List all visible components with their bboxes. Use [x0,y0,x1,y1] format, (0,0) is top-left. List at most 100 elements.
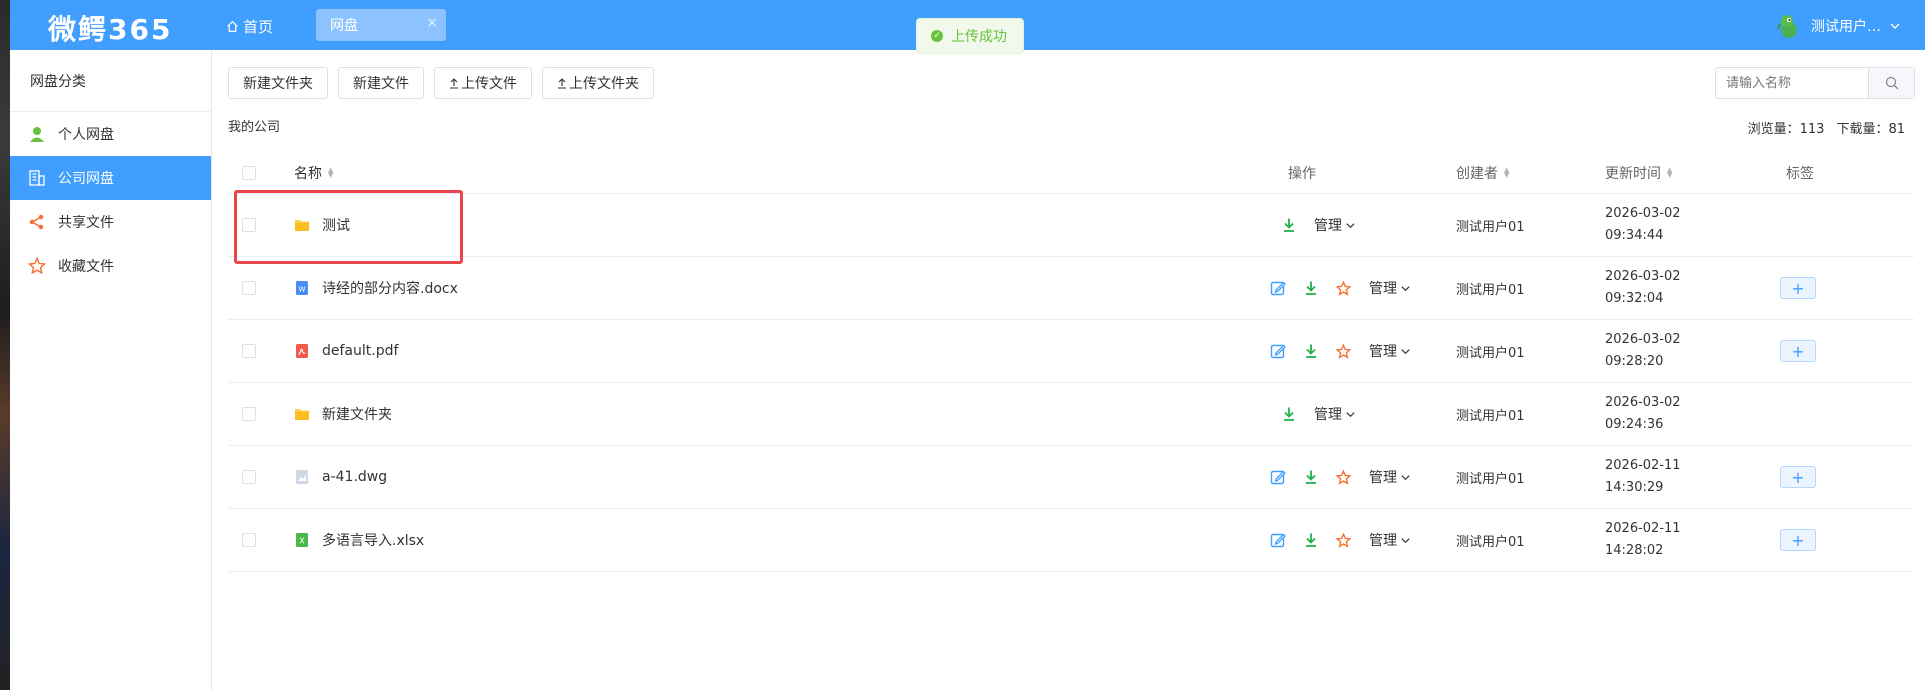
new-file-button[interactable]: 新建文件 [338,67,424,99]
sidebar-item-company[interactable]: 公司网盘 [10,156,211,200]
header-updated[interactable]: 更新时间 ▲ ▼ [1605,163,1672,183]
favorite-star-icon[interactable] [1336,532,1351,548]
file-name[interactable]: 新建文件夹 [322,404,392,424]
header-name[interactable]: 名称 ▲ ▼ [294,163,333,183]
tag-cell: + [1780,529,1816,551]
updated-date: 2026-03-02 [1605,206,1681,221]
download-icon[interactable] [1304,469,1318,485]
chevron-down-icon [1890,23,1900,29]
toolbar: 新建文件夹 新建文件 上传文件 上传文件夹 [228,67,654,99]
dwg-file-icon [296,470,308,484]
header-updated-label: 更新时间 [1605,165,1661,182]
download-icon[interactable] [1282,217,1296,233]
favorite-star-icon[interactable] [1336,343,1351,359]
row-actions: 管理 [1282,404,1356,424]
updated-time: 2026-03-02 09:28:20 [1605,329,1681,373]
creator: 测试用户01 [1456,534,1525,550]
search-button[interactable] [1868,68,1914,98]
new-folder-button[interactable]: 新建文件夹 [228,67,328,99]
home-icon [227,20,238,32]
file-name-cell[interactable]: default.pdf [294,343,398,359]
download-icon[interactable] [1304,280,1318,296]
file-name-cell[interactable]: a-41.dwg [294,469,387,485]
table-row[interactable]: W 诗经的部分内容.docx 管理 测试用户01 2026-03-02 09:32:… [228,257,1914,320]
close-icon[interactable]: × [426,15,438,31]
chevron-down-icon [1401,348,1410,354]
share-icon [29,214,44,230]
file-name[interactable]: a-41.dwg [322,469,387,485]
row-actions: 管理 [1270,341,1411,361]
header-tags: 标签 [1786,165,1814,182]
row-checkbox[interactable] [242,344,256,358]
folder-icon [295,409,309,420]
edit-icon[interactable] [1270,280,1286,296]
header-creator[interactable]: 创建者 ▲ ▼ [1456,163,1509,183]
breadcrumb[interactable]: 我的公司 [228,116,280,135]
edit-icon[interactable] [1270,343,1286,359]
download-icon[interactable] [1304,343,1318,359]
creator: 测试用户01 [1456,408,1525,424]
building-icon [29,170,45,186]
sidebar-item-label: 共享文件 [58,215,114,231]
updated-date: 2026-03-02 [1605,332,1681,347]
file-name[interactable]: default.pdf [322,343,398,359]
sort-icon: ▲ ▼ [1504,165,1510,179]
table-row[interactable]: X 多语言导入.xlsx 管理 测试用户01 2026-02-11 14:28:02… [228,509,1914,572]
upload-folder-button[interactable]: 上传文件夹 [542,67,654,99]
file-name-cell[interactable]: W 诗经的部分内容.docx [294,278,458,298]
add-tag-button[interactable]: + [1780,466,1816,488]
favorite-star-icon[interactable] [1336,280,1351,296]
manage-label: 管理 [1369,344,1397,360]
favorite-star-icon[interactable] [1336,469,1351,485]
edit-icon[interactable] [1270,532,1286,548]
download-icon[interactable] [1282,406,1296,422]
toast-text: 上传成功 [951,29,1007,45]
manage-dropdown[interactable]: 管理 [1369,278,1411,298]
sidebar-item-favorites[interactable]: 收藏文件 [10,244,211,288]
search-input[interactable] [1716,68,1868,98]
sidebar-item-personal[interactable]: 个人网盘 [10,112,211,156]
sidebar-item-shared[interactable]: 共享文件 [10,200,211,244]
nav-home[interactable]: 首页 [226,16,273,37]
file-name-cell[interactable]: 新建文件夹 [294,404,392,424]
chevron-down-icon [1346,411,1355,417]
select-all-checkbox[interactable] [242,165,256,180]
manage-dropdown[interactable]: 管理 [1369,467,1411,487]
edit-icon[interactable] [1270,469,1286,485]
tab-netdisk[interactable]: 网盘 × [316,9,446,41]
updated-clock: 09:32:04 [1605,291,1664,306]
file-table: 名称 ▲ ▼ 操作 创建者 ▲ ▼ 更新时间 ▲ ▼ 标签 测试 管理 测试用户01 202… [228,152,1914,572]
manage-label: 管理 [1314,407,1342,423]
download-icon[interactable] [1304,532,1318,548]
row-checkbox[interactable] [242,470,256,484]
row-checkbox[interactable] [242,281,256,295]
file-name[interactable]: 多语言导入.xlsx [322,530,424,550]
table-row[interactable]: a-41.dwg 管理 测试用户01 2026-02-11 14:30:29 + [228,446,1914,509]
row-checkbox[interactable] [242,533,256,547]
row-checkbox-cell [242,407,256,421]
creator: 测试用户01 [1456,282,1525,298]
file-name[interactable]: 诗经的部分内容.docx [322,278,458,298]
add-tag-button[interactable]: + [1780,529,1816,551]
upload-file-button[interactable]: 上传文件 [434,67,532,99]
user-menu[interactable]: 测试用户… [1775,12,1901,40]
header-name-label: 名称 [294,165,322,182]
file-name-cell[interactable]: X 多语言导入.xlsx [294,530,424,550]
updated-date: 2026-03-02 [1605,269,1681,284]
updated-time: 2026-02-11 14:28:02 [1605,518,1681,562]
table-row[interactable]: default.pdf 管理 测试用户01 2026-03-02 09:28:20… [228,320,1914,383]
add-tag-button[interactable]: + [1780,277,1816,299]
creator: 测试用户01 [1456,471,1525,487]
manage-dropdown[interactable]: 管理 [1314,404,1356,424]
table-row[interactable]: 新建文件夹 管理 测试用户01 2026-03-02 09:24:36 [228,383,1914,446]
row-checkbox-cell [242,281,256,295]
table-row[interactable]: 测试 管理 测试用户01 2026-03-02 09:34:44 [228,194,1914,257]
add-tag-button[interactable]: + [1780,340,1816,362]
updated-clock: 09:34:44 [1605,228,1664,243]
manage-dropdown[interactable]: 管理 [1369,530,1411,550]
sidebar-item-label: 收藏文件 [58,259,114,275]
row-checkbox[interactable] [242,407,256,421]
manage-dropdown[interactable]: 管理 [1314,215,1356,235]
manage-dropdown[interactable]: 管理 [1369,341,1411,361]
main-content: 新建文件夹 新建文件 上传文件 上传文件夹 我的公司 浏览量：113 下载量：8… [212,50,1925,690]
